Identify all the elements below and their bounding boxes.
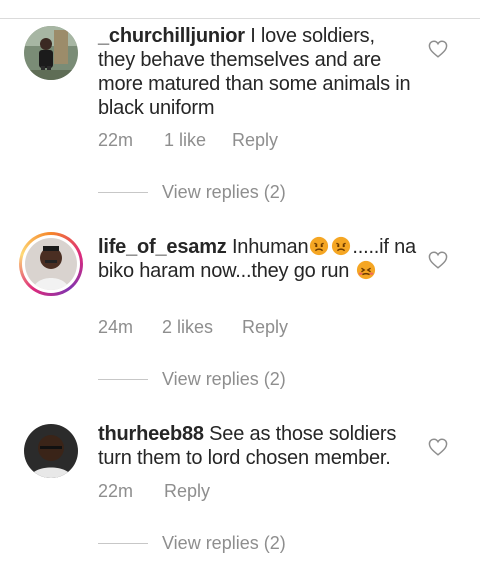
comment-text: life_of_esamz Inhuman .....if na biko har… [98,235,416,283]
comment-text: thurheeb88 See as those soldiers turn th… [98,422,416,470]
view-replies-link[interactable]: View replies (2) [162,369,286,390]
avatar[interactable] [24,424,78,478]
reply-button[interactable]: Reply [232,130,278,151]
comment-username[interactable]: life_of_esamz [98,236,227,258]
comment-username[interactable]: _churchilljunior [98,25,245,47]
comment-time: 22m [98,481,134,501]
reply-button[interactable]: Reply [242,317,288,338]
heart-outline-icon[interactable] [428,251,448,269]
replies-divider [98,543,148,544]
comment-time: 24m [98,317,134,337]
view-replies-link[interactable]: View replies (2) [162,533,286,554]
replies-divider [98,192,148,193]
angry-face-icon [332,236,351,256]
view-replies-link[interactable]: View replies (2) [162,182,286,203]
heart-outline-icon[interactable] [428,438,448,456]
comment-likes[interactable]: 1 like [164,130,232,151]
angry-face-icon [310,236,329,256]
top-divider-bar [0,0,480,19]
heart-outline-icon[interactable] [428,40,448,58]
comment-likes[interactable]: 2 likes [162,317,242,338]
replies-divider [98,379,148,380]
comment-time: 22m [98,130,134,150]
avatar[interactable] [24,26,78,80]
avatar[interactable] [19,232,83,296]
comment-text: _churchilljunior I love soldiers, they b… [98,24,416,120]
comment-body-start: Inhuman [231,236,309,258]
persevering-face-icon [356,260,375,280]
reply-button[interactable]: Reply [164,481,210,502]
comment-username[interactable]: thurheeb88 [98,423,204,445]
